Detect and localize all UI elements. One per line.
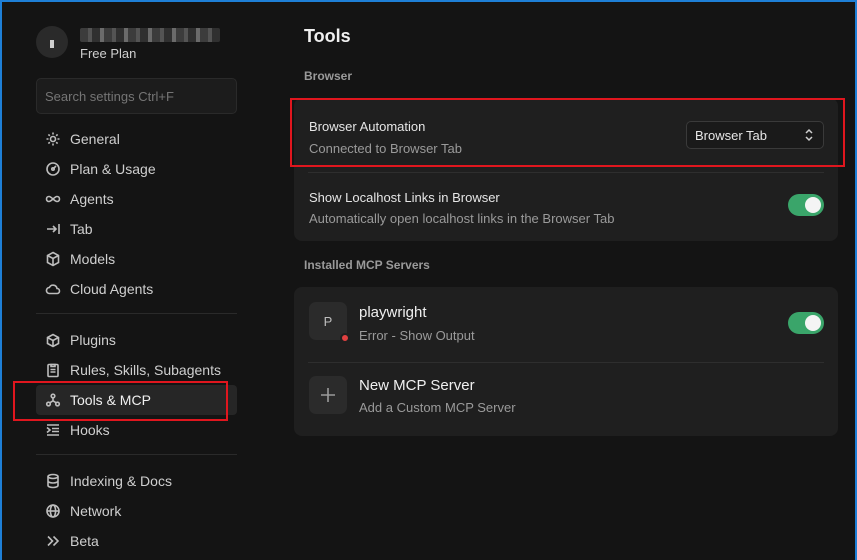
server-enable-toggle[interactable] bbox=[788, 312, 824, 334]
avatar bbox=[36, 26, 68, 58]
tab-arrow-icon bbox=[44, 220, 62, 238]
sidebar-item-label: Plugins bbox=[70, 332, 116, 348]
mcp-server-row[interactable]: P playwright Error - Show Output bbox=[294, 287, 838, 361]
cube-icon bbox=[44, 250, 62, 268]
gauge-icon bbox=[44, 160, 62, 178]
server-initial: P bbox=[323, 313, 333, 329]
sidebar-item-label: Agents bbox=[70, 191, 114, 207]
page-title: Tools bbox=[304, 26, 351, 46]
section-label-mcp-servers: Installed MCP Servers bbox=[304, 258, 430, 272]
nav-group-advanced: Indexing & Docs Network Beta bbox=[36, 466, 237, 556]
sidebar-item-tab[interactable]: Tab bbox=[36, 214, 237, 244]
updown-chevron-icon bbox=[803, 127, 815, 146]
plugin-icon bbox=[44, 331, 62, 349]
database-icon bbox=[44, 472, 62, 490]
cloud-icon bbox=[44, 280, 62, 298]
sidebar-item-cloud-agents[interactable]: Cloud Agents bbox=[36, 274, 237, 304]
nodes-icon bbox=[44, 391, 62, 409]
sidebar-item-label: Hooks bbox=[70, 422, 110, 438]
browser-automation-status: Connected to Browser Tab bbox=[309, 141, 462, 156]
sidebar-item-indexing-docs[interactable]: Indexing & Docs bbox=[36, 466, 237, 496]
sidebar-item-label: General bbox=[70, 131, 120, 147]
sidebar-item-label: Beta bbox=[70, 533, 99, 549]
sidebar-divider bbox=[36, 313, 237, 314]
select-value: Browser Tab bbox=[695, 128, 768, 143]
sidebar-item-label: Rules, Skills, Subagents bbox=[70, 362, 221, 378]
sidebar-item-agents[interactable]: Agents bbox=[36, 184, 237, 214]
sidebar-item-beta[interactable]: Beta bbox=[36, 526, 237, 556]
hooks-icon bbox=[44, 421, 62, 439]
sidebar-item-label: Tab bbox=[70, 221, 93, 237]
settings-sidebar: Free Plan General Plan & Usage Agents Ta… bbox=[2, 2, 252, 560]
localhost-links-row: Show Localhost Links in Browser Automati… bbox=[294, 173, 838, 241]
localhost-links-title: Show Localhost Links in Browser bbox=[309, 190, 500, 205]
new-mcp-server-row[interactable]: New MCP Server Add a Custom MCP Server bbox=[294, 363, 838, 436]
mcp-servers-card: P playwright Error - Show Output New MCP… bbox=[294, 287, 838, 436]
infinity-icon bbox=[44, 190, 62, 208]
localhost-links-toggle[interactable] bbox=[788, 194, 824, 216]
user-profile[interactable]: Free Plan bbox=[36, 24, 236, 64]
sidebar-item-label: Models bbox=[70, 251, 116, 267]
server-initial-icon: P bbox=[309, 302, 350, 343]
globe-icon bbox=[44, 502, 62, 520]
blurred-user-name bbox=[80, 28, 220, 42]
localhost-links-description: Automatically open localhost links in th… bbox=[309, 211, 615, 226]
sidebar-item-label: Cloud Agents bbox=[70, 281, 154, 297]
sidebar-item-label: Tools & MCP bbox=[70, 392, 151, 408]
sidebar-item-network[interactable]: Network bbox=[36, 496, 237, 526]
browser-automation-title: Browser Automation bbox=[309, 119, 426, 134]
double-chevron-icon bbox=[44, 532, 62, 550]
plus-icon bbox=[309, 376, 347, 414]
nav-group-general: General Plan & Usage Agents Tab Models C… bbox=[36, 124, 237, 304]
sidebar-item-label: Plan & Usage bbox=[70, 161, 156, 177]
browser-automation-row: Browser Automation Connected to Browser … bbox=[294, 98, 838, 172]
sidebar-item-models[interactable]: Models bbox=[36, 244, 237, 274]
clipboard-icon bbox=[44, 361, 62, 379]
server-name: playwright bbox=[359, 304, 427, 321]
browser-settings-card: Browser Automation Connected to Browser … bbox=[294, 98, 838, 241]
sidebar-item-plugins[interactable]: Plugins bbox=[36, 325, 237, 355]
sidebar-item-general[interactable]: General bbox=[36, 124, 237, 154]
new-mcp-server-subtitle: Add a Custom MCP Server bbox=[359, 400, 516, 415]
sidebar-item-tools-mcp[interactable]: Tools & MCP bbox=[36, 385, 237, 415]
sidebar-item-hooks[interactable]: Hooks bbox=[36, 415, 237, 445]
search-input[interactable] bbox=[36, 78, 237, 114]
section-label-browser: Browser bbox=[304, 69, 353, 83]
browser-automation-select[interactable]: Browser Tab bbox=[686, 121, 824, 149]
new-mcp-server-title: New MCP Server bbox=[359, 377, 475, 394]
error-status-dot bbox=[340, 333, 350, 343]
sidebar-item-plan-usage[interactable]: Plan & Usage bbox=[36, 154, 237, 184]
sidebar-item-label: Indexing & Docs bbox=[70, 473, 172, 489]
sidebar-item-label: Network bbox=[70, 503, 122, 519]
plan-label: Free Plan bbox=[80, 46, 137, 61]
server-error-link[interactable]: Error - Show Output bbox=[359, 328, 475, 343]
nav-group-extensions: Plugins Rules, Skills, Subagents Tools &… bbox=[36, 325, 237, 445]
sidebar-divider bbox=[36, 454, 237, 455]
gear-icon bbox=[44, 130, 62, 148]
sidebar-item-rules-skills-subagents[interactable]: Rules, Skills, Subagents bbox=[36, 355, 237, 385]
